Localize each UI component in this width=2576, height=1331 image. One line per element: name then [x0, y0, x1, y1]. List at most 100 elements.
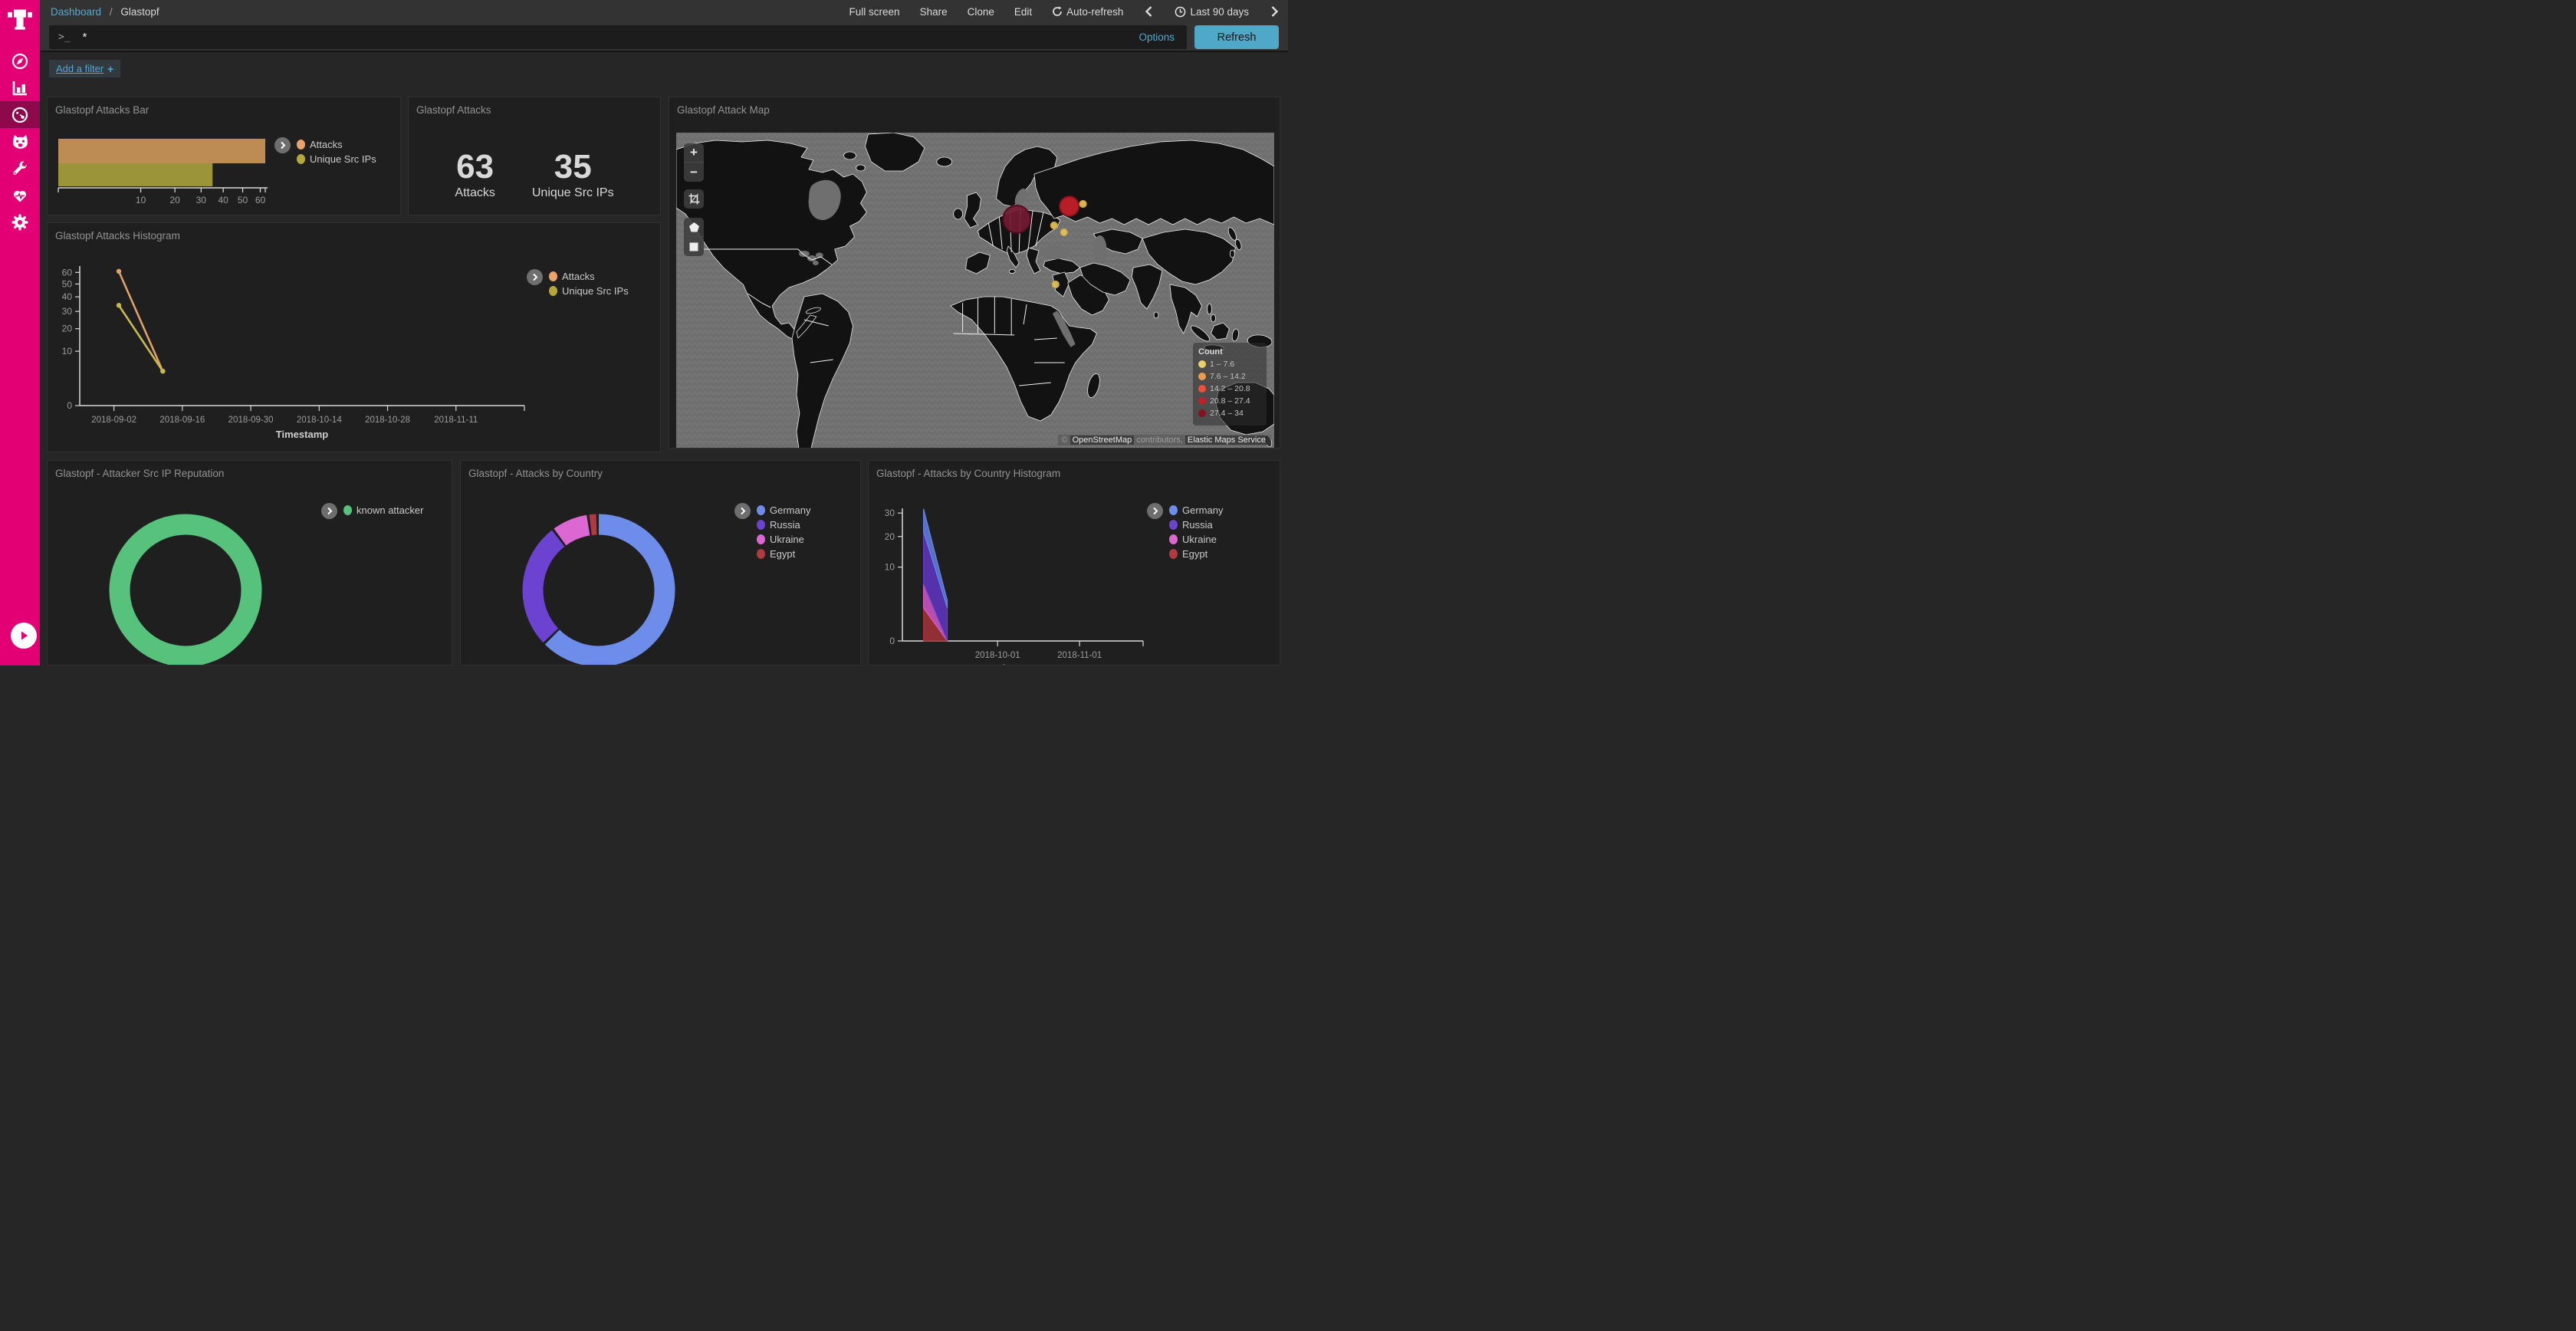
- attack-location-dot[interactable]: [1052, 281, 1059, 288]
- svg-text:2018-11-11: 2018-11-11: [434, 416, 478, 425]
- legend-item[interactable]: Unique Src IPs: [297, 153, 376, 165]
- time-range-picker[interactable]: Last 90 days: [1175, 6, 1249, 18]
- bar-chart: 102030405060: [52, 136, 282, 212]
- legend-label: Unique Src IPs: [562, 285, 629, 297]
- attack-location-dot[interactable]: [1003, 205, 1030, 233]
- auto-refresh-button[interactable]: Auto-refresh: [1052, 6, 1123, 18]
- query-text: *: [83, 31, 87, 44]
- chevron-right-icon: [1270, 5, 1279, 18]
- line-chart: 01020304050602018-09-022018-09-162018-09…: [54, 252, 560, 445]
- sidebar-item-management[interactable]: [0, 209, 40, 235]
- attack-location-dot[interactable]: [1079, 201, 1086, 208]
- refresh-button[interactable]: Refresh: [1194, 25, 1279, 49]
- panel-title: Glastopf Attack Map: [669, 97, 1280, 116]
- metric-value: 63: [455, 150, 495, 185]
- edit-button[interactable]: Edit: [1014, 6, 1032, 18]
- area-chart: 01020302018-10-012018-11-01Timestamp: [875, 490, 1166, 666]
- legend-swatch: [297, 154, 305, 164]
- zoom-out-button[interactable]: −: [684, 163, 704, 182]
- legend-item[interactable]: Ukraine: [757, 534, 810, 545]
- legend-item[interactable]: known attacker: [343, 504, 423, 516]
- breadcrumb-separator: /: [110, 6, 113, 18]
- gauge-icon: [11, 106, 29, 124]
- breadcrumb: Dashboard / Glastopf: [51, 6, 159, 18]
- sidebar-item-dashboard[interactable]: [0, 101, 40, 128]
- map-legend-swatch: [1198, 409, 1206, 417]
- legend-item[interactable]: Unique Src IPs: [549, 285, 629, 297]
- sidebar-item-devtools[interactable]: [0, 155, 40, 182]
- sidebar-item-visualize[interactable]: [0, 74, 40, 101]
- world-map[interactable]: + −: [676, 133, 1274, 449]
- legend-item[interactable]: Egypt: [1169, 548, 1223, 560]
- legend-label: Attacks: [562, 271, 595, 282]
- world-map-svg: [676, 133, 1274, 449]
- telekom-t-logo[interactable]: [7, 6, 33, 32]
- play-circle-icon: [18, 630, 29, 641]
- legend-item[interactable]: Attacks: [549, 271, 629, 282]
- time-forward-button[interactable]: [1269, 5, 1280, 18]
- legend-label: Russia: [770, 519, 800, 531]
- refresh-cw-icon: [1052, 6, 1063, 17]
- legend-item[interactable]: Russia: [757, 519, 810, 531]
- sidebar: [0, 0, 40, 666]
- legend-swatch: [1169, 534, 1178, 544]
- svg-text:2018-10-14: 2018-10-14: [297, 416, 342, 425]
- legend-toggle[interactable]: [321, 503, 337, 519]
- map-legend-item: 1 – 7.6: [1198, 360, 1261, 369]
- elastic-maps-service-link[interactable]: Elastic Maps Service: [1185, 435, 1268, 445]
- attack-location-dot[interactable]: [1060, 229, 1067, 236]
- sidebar-item-monitoring[interactable]: [0, 182, 40, 209]
- legend-label: Egypt: [1182, 548, 1208, 560]
- legend-toggle[interactable]: [527, 269, 543, 285]
- legend-label: Russia: [1182, 519, 1213, 531]
- fit-bounds-button[interactable]: [684, 189, 704, 209]
- legend-item[interactable]: Russia: [1169, 519, 1223, 531]
- legend-toggle[interactable]: [1147, 503, 1163, 519]
- legend-item[interactable]: Germany: [757, 504, 810, 516]
- zoom-in-button[interactable]: +: [684, 143, 704, 163]
- legend-toggle[interactable]: [734, 503, 751, 519]
- panel-title: Glastopf - Attacks by Country Histogram: [869, 461, 1280, 479]
- top-actions: Full screen Share Clone Edit Auto-refres…: [849, 5, 1280, 18]
- sidebar-item-timelion[interactable]: [0, 128, 40, 155]
- filter-bar: Add a filter +: [40, 54, 1288, 84]
- svg-text:0: 0: [67, 400, 72, 411]
- legend-swatch: [757, 534, 765, 544]
- svg-text:40: 40: [62, 291, 73, 302]
- svg-text:2018-09-16: 2018-09-16: [159, 416, 205, 425]
- sidebar-expand-button[interactable]: [11, 623, 37, 649]
- query-options-link[interactable]: Options: [1138, 31, 1175, 43]
- draw-rectangle-button[interactable]: [684, 237, 704, 256]
- map-legend-swatch: [1198, 397, 1206, 405]
- chevron-left-icon: [1145, 5, 1153, 18]
- attack-location-dot[interactable]: [1060, 197, 1079, 216]
- wrench-icon: [11, 159, 29, 178]
- donut-chart: [48, 461, 452, 666]
- time-back-button[interactable]: [1143, 5, 1155, 18]
- legend-toggle[interactable]: [274, 137, 291, 153]
- legend-item[interactable]: Attacks: [297, 139, 376, 150]
- breadcrumb-dashboard-link[interactable]: Dashboard: [51, 6, 101, 18]
- legend: Attacks Unique Src IPs: [527, 271, 629, 297]
- legend-item[interactable]: Ukraine: [1169, 534, 1223, 545]
- openstreetmap-link[interactable]: OpenStreetMap: [1070, 435, 1135, 445]
- clock-icon: [1175, 6, 1186, 18]
- draw-polygon-button[interactable]: [684, 218, 704, 237]
- attack-location-dot[interactable]: [1050, 222, 1057, 229]
- metric-values: 63Attacks35Unique Src IPs: [409, 150, 660, 200]
- add-filter-button[interactable]: Add a filter +: [49, 60, 120, 77]
- fullscreen-button[interactable]: Full screen: [849, 6, 900, 18]
- svg-text:Timestamp: Timestamp: [276, 429, 328, 440]
- share-button[interactable]: Share: [920, 6, 948, 18]
- legend-swatch: [757, 505, 765, 515]
- panel-src-ip-reputation: Glastopf - Attacker Src IP Reputation kn…: [47, 460, 452, 666]
- polygon-icon: [688, 222, 700, 233]
- legend-item[interactable]: Germany: [1169, 504, 1223, 516]
- legend-swatch: [1169, 549, 1178, 559]
- clone-button[interactable]: Clone: [968, 6, 994, 18]
- search-input[interactable]: >_ * Options: [49, 25, 1187, 49]
- sidebar-item-discover[interactable]: [0, 48, 40, 74]
- svg-text:2018-10-28: 2018-10-28: [365, 416, 410, 425]
- legend-item[interactable]: Egypt: [757, 548, 810, 560]
- panel-attacks-histogram: Glastopf Attacks Histogram 0102030405060…: [47, 222, 661, 452]
